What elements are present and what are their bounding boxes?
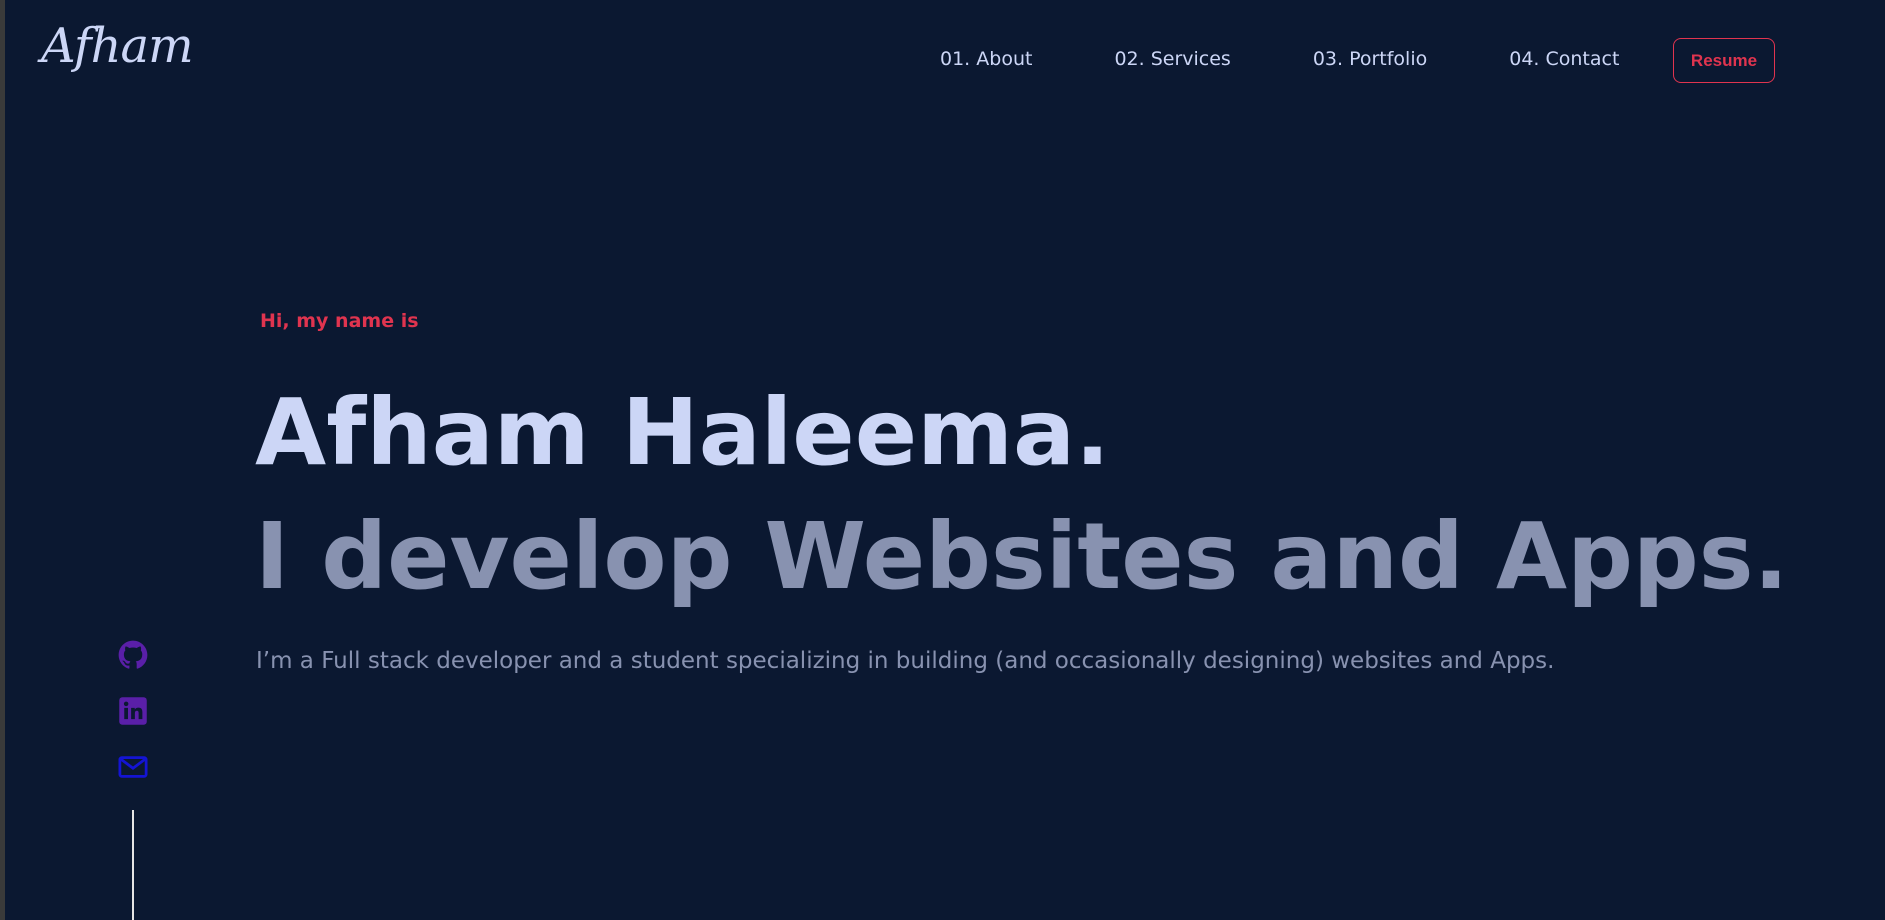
main-nav: 01. About 02. Services 03. Portfolio 04.… xyxy=(940,48,1619,70)
page: Afham 01. About 02. Services 03. Portfol… xyxy=(5,0,1885,920)
nav-item-services[interactable]: 02. Services xyxy=(1114,48,1230,70)
social-divider-line xyxy=(132,810,134,920)
nav-item-about[interactable]: 01. About xyxy=(940,48,1032,70)
linkedin-icon[interactable] xyxy=(118,696,148,726)
nav-item-contact[interactable]: 04. Contact xyxy=(1509,48,1619,70)
hero-name: Afham Haleema. xyxy=(255,379,1110,486)
social-links xyxy=(115,640,151,808)
hero-description: I’m a Full stack developer and a student… xyxy=(256,648,1555,674)
hero-intro: Hi, my name is xyxy=(260,310,419,332)
hero-tagline: I develop Websites and Apps. xyxy=(255,503,1789,610)
mail-icon[interactable] xyxy=(118,752,148,782)
resume-button[interactable]: Resume xyxy=(1673,38,1775,83)
nav-item-portfolio[interactable]: 03. Portfolio xyxy=(1313,48,1427,70)
logo[interactable]: Afham xyxy=(41,22,194,70)
github-icon[interactable] xyxy=(118,640,148,670)
